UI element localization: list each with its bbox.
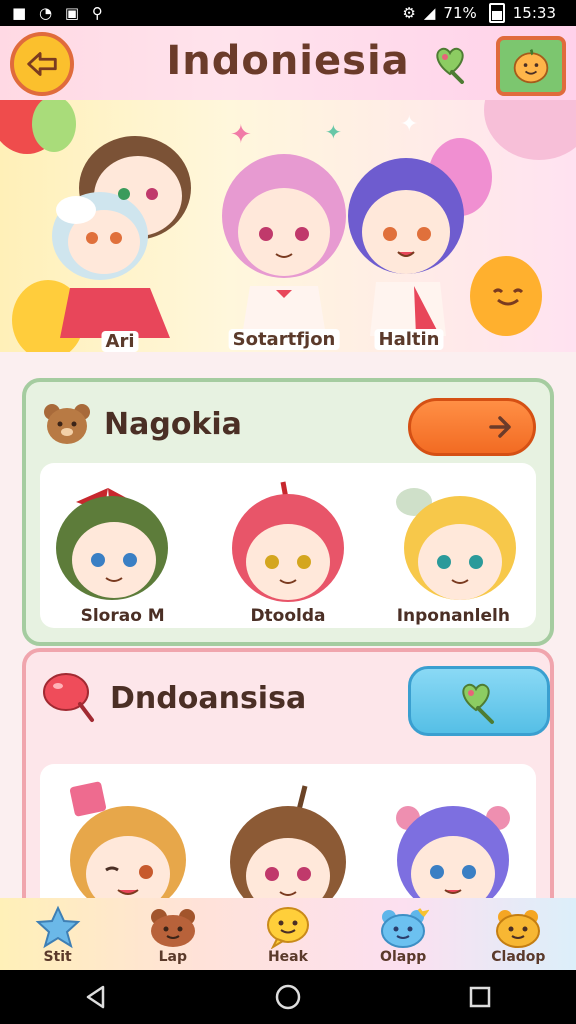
circle-home-icon [275,984,301,1010]
sparkle-icon: ✦ [400,112,419,137]
clock: 15:33 [512,4,556,22]
section-header: Nagokia [40,400,242,448]
heart-balloon-icon[interactable] [428,40,472,84]
character-portrait [55,488,168,600]
heart-balloon-icon [43,673,94,722]
character-illustration [222,154,346,336]
character-illustration [52,136,191,338]
sparkle-icon: ✦ [325,120,342,144]
character-card-label: Dtoolda [250,606,326,626]
vibrate-icon: ⚙ [402,4,416,22]
character-card[interactable]: Dtoolda [213,478,363,628]
app-header: Indoniesia [0,26,576,100]
character-name: Sotartfjon [228,329,340,350]
tab-olapp[interactable]: Olapp [353,899,453,969]
tab-label: Cladop [491,949,546,965]
tab-label: Olapp [380,949,427,965]
tab-heak[interactable]: Heak [238,899,338,969]
section-card-2: Dndoansisa [22,648,554,924]
banner-character-1[interactable]: Ari [40,118,200,352]
section-title: Dndoansisa [110,680,307,716]
tab-lap[interactable]: Lap [123,899,223,969]
tab-cladop[interactable]: Cladop [468,899,568,969]
nav-home-button[interactable] [268,977,308,1017]
system-nav-bar [0,970,576,1024]
banner-character-2[interactable]: Sotartfjon [214,146,354,350]
image-icon: ▣ [64,4,80,22]
arrow-right-icon [489,416,511,438]
character-card-label: Slorao M [80,606,165,626]
usb-icon: ⚲ [91,4,103,22]
character-illustration [348,158,464,336]
status-bar: ■ ◔ ▣ ⚲ ⚙ ◢ 71% 15:33 [0,0,576,26]
triangle-back-icon [86,985,105,1009]
section-title: Nagokia [104,406,242,442]
star-icon [35,905,80,949]
profile-avatar-button[interactable] [496,36,566,96]
bottom-tab-bar: Stit Lap Heak Olapp Cladop [0,898,576,970]
section-action-button[interactable] [408,666,550,736]
character-card[interactable]: Slorao M [48,478,198,628]
status-icons-left: ■ ◔ ▣ ⚲ [12,4,111,22]
character-name: Ari [101,331,139,352]
balloon-pink [484,100,576,160]
heart-balloon-icon [462,683,494,724]
blue-creature-icon [381,908,430,948]
character-card-label: Inponanlelh [396,606,510,626]
square-recents-icon [469,986,491,1008]
bear-face-icon [496,910,541,948]
section-go-button[interactable] [408,398,536,456]
alarm-icon: ◔ [38,4,53,22]
character-card-list: Slorao M Dtoolda Inponanlelh [40,463,536,628]
tab-label: Stit [43,949,72,965]
battery-percent: 71% [443,4,477,22]
status-icons-right: ⚙ ◢ 71% 15:33 [402,3,564,23]
battery-icon [488,3,505,23]
character-portrait [396,488,517,600]
character-card[interactable]: Inponanlelh [378,478,528,628]
character-portrait [231,481,344,602]
banner-character-3[interactable]: Haltin [344,146,474,350]
character-name: Haltin [374,329,444,350]
section-card-1: Nagokia Slorao M Dtoolda Inponanlelh [22,378,554,646]
tab-label: Heak [267,949,308,965]
bear-icon [150,909,195,947]
page-title: Indoniesia [166,38,410,84]
bear-icon [44,404,90,444]
balloon-smile-face [492,288,524,306]
smiley-face-icon [513,49,549,84]
notification-icon: ■ [12,4,27,22]
wifi-icon: ◢ [423,4,436,22]
nav-back-button[interactable] [76,977,116,1017]
section-header: Dndoansisa [40,670,306,726]
hero-banner: ✦ ✦ ✦ Ari Sotartfjon Haltin [0,100,576,352]
tab-label: Lap [158,949,187,965]
tab-stit[interactable]: Stit [8,899,108,969]
smiley-bubble-icon [266,907,309,949]
nav-recents-button[interactable] [460,977,500,1017]
